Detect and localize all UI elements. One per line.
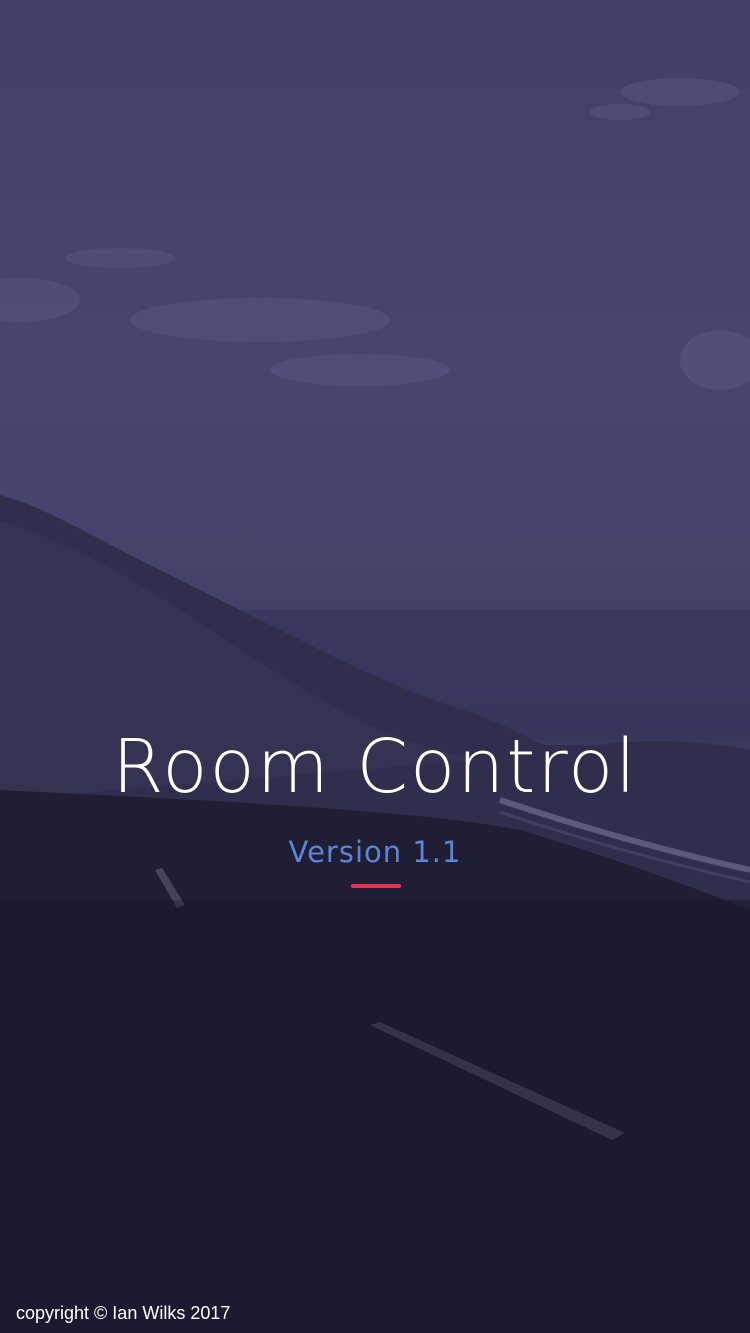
- version-label: Version 1.1: [288, 835, 462, 869]
- copyright-text: copyright © Ian Wilks 2017: [16, 1303, 231, 1323]
- cloud-shapes: [0, 78, 750, 390]
- accent-divider: [351, 884, 401, 888]
- splash-screen: Room Control Version 1.1 copyright © Ian…: [0, 0, 750, 1333]
- app-title: Room Control: [112, 724, 638, 810]
- background-landscape-image: [0, 78, 750, 1333]
